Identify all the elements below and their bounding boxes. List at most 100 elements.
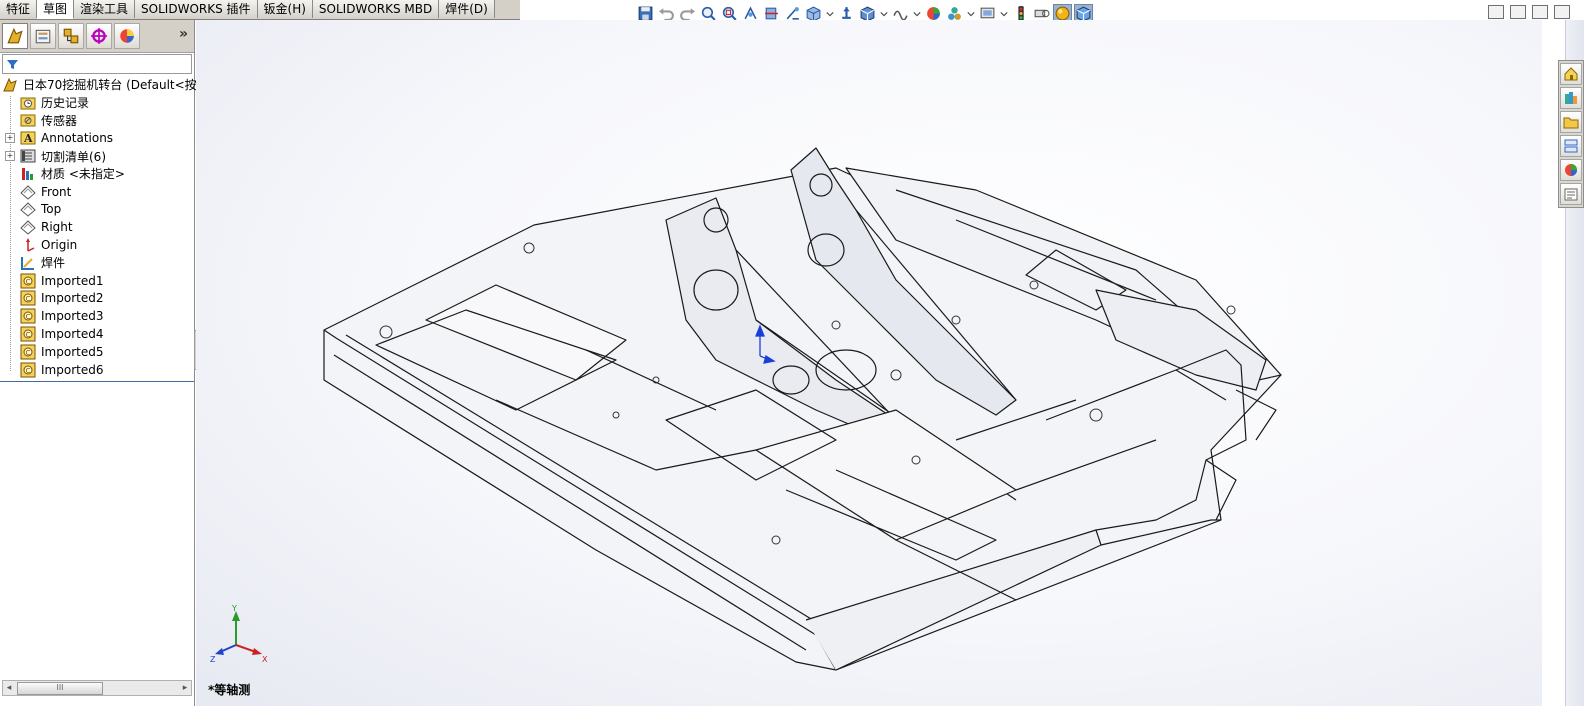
feature-manager-panel: » 日本70挖掘机转台 (Default<按历史记录传感器 + A Annotatio…	[0, 20, 197, 706]
svg-text:A: A	[23, 132, 33, 145]
scroll-right-icon[interactable]: ▸	[179, 681, 191, 695]
cut-list-icon	[20, 148, 36, 164]
tree-item-label: Imported4	[41, 327, 104, 342]
feature-tree: 日本70挖掘机转台 (Default<按历史记录传感器 + A Annotations…	[0, 76, 197, 382]
svg-text:C: C	[26, 313, 31, 321]
tree-item-label: 切割清单(6)	[41, 149, 106, 164]
tree-item[interactable]: + A Annotations	[0, 129, 194, 147]
design-library-icon[interactable]	[1560, 87, 1582, 109]
tree-item[interactable]: C Imported4	[0, 325, 194, 343]
tree-item[interactable]: C Imported3	[0, 307, 194, 325]
tab-features[interactable]: 特征	[0, 0, 38, 18]
imported-body-icon: C	[20, 362, 36, 378]
weldment-icon	[20, 255, 36, 271]
tree-item[interactable]: Top	[0, 201, 194, 219]
tree-item-label: Imported2	[41, 291, 104, 306]
tree-item-label: Imported5	[41, 344, 104, 359]
tree-item[interactable]: C Imported1	[0, 272, 194, 290]
excavator-turntable-model[interactable]	[196, 20, 1542, 706]
svg-text:C: C	[26, 278, 31, 286]
tree-item[interactable]: Front	[0, 183, 194, 201]
tree-item-label: Top	[41, 202, 62, 217]
svg-text:C: C	[26, 331, 31, 339]
sensors-folder-icon	[20, 112, 36, 128]
tab-sheet-metal[interactable]: 钣金(H)	[257, 0, 313, 18]
svg-text:C: C	[26, 367, 31, 375]
view-orientation-label: *等轴测	[208, 683, 251, 697]
tree-filter-field[interactable]	[2, 54, 192, 74]
tree-item[interactable]: 日本70挖掘机转台 (Default<按	[0, 76, 197, 94]
tree-item-label: 历史记录	[41, 96, 90, 111]
home-icon[interactable]	[1560, 63, 1582, 85]
svg-text:C: C	[26, 295, 31, 303]
tree-item[interactable]: C Imported2	[0, 290, 194, 308]
tree-item[interactable]: Origin	[0, 236, 194, 254]
expand-icon[interactable]: +	[5, 133, 15, 144]
tree-item-label: Imported1	[41, 273, 104, 288]
part-icon	[2, 77, 18, 93]
plane-icon	[20, 184, 36, 200]
tile-vertical-icon[interactable]	[1510, 5, 1526, 19]
display-manager-tab[interactable]	[114, 23, 140, 49]
tree-item[interactable]: 传感器	[0, 112, 194, 130]
tree-item[interactable]: Right	[0, 218, 194, 236]
filter-icon	[7, 59, 18, 69]
custom-properties-icon[interactable]	[1560, 183, 1582, 205]
tree-item-label: 材质 <未指定>	[41, 167, 125, 182]
property-manager-tab[interactable]	[30, 23, 56, 49]
graphics-area[interactable]: Y X Z *等轴测	[196, 20, 1542, 706]
imported-body-icon: C	[20, 344, 36, 360]
material-icon	[20, 166, 36, 182]
history-folder-icon	[20, 95, 36, 111]
file-explorer-icon[interactable]	[1560, 111, 1582, 133]
tree-item[interactable]: C Imported6	[0, 361, 194, 379]
tab-weldments[interactable]: 焊件(D)	[439, 0, 495, 18]
scroll-thumb[interactable]: III	[17, 682, 103, 695]
triad-z-label: Z	[210, 655, 216, 663]
task-pane-tabs	[1558, 60, 1584, 208]
view-palette-icon[interactable]	[1560, 135, 1582, 157]
close-icon[interactable]	[1554, 5, 1570, 19]
tab-sketch[interactable]: 草图	[37, 0, 75, 19]
expand-icon[interactable]: +	[5, 151, 15, 162]
tree-item-label: Front	[41, 184, 72, 199]
tab-solidworks-mbd[interactable]: SOLIDWORKS MBD	[312, 0, 440, 18]
window-controls	[1488, 5, 1570, 19]
tree-item[interactable]: 焊件	[0, 254, 194, 272]
imported-body-icon: C	[20, 326, 36, 342]
plane-icon	[20, 201, 36, 218]
feature-manager-tab[interactable]	[2, 23, 28, 49]
tab-render-tools[interactable]: 渲染工具	[74, 0, 136, 18]
tree-item-label: Right	[41, 220, 73, 235]
tree-item[interactable]: 历史记录	[0, 94, 194, 112]
imported-body-icon: C	[20, 273, 36, 289]
coordinate-triad: Y X Z	[210, 605, 268, 663]
tree-item[interactable]: + 切割清单(6)	[0, 147, 194, 165]
tree-item-label: Annotations	[41, 131, 114, 146]
tab-solidworks-addins[interactable]: SOLIDWORKS 插件	[135, 0, 258, 18]
appearances-icon[interactable]	[1560, 159, 1582, 181]
configuration-manager-tab[interactable]	[58, 23, 84, 49]
restore-icon[interactable]	[1532, 5, 1548, 19]
tile-horizontal-icon[interactable]	[1488, 5, 1504, 19]
tree-item-label: Imported3	[41, 309, 104, 324]
annotations-icon: A	[20, 130, 36, 146]
imported-body-icon: C	[20, 290, 36, 306]
imported-body-icon: C	[20, 308, 36, 324]
triad-x-label: X	[262, 655, 268, 663]
svg-text:C: C	[26, 349, 31, 357]
tree-item-label: 焊件	[41, 256, 66, 271]
tree-item[interactable]: 材质 <未指定>	[0, 165, 194, 183]
tree-item-label: 传感器	[41, 113, 78, 128]
panel-more-button[interactable]: »	[179, 26, 188, 42]
panel-horizontal-scrollbar[interactable]: ◂ III ▸	[2, 680, 192, 696]
tree-item[interactable]: C Imported5	[0, 343, 194, 361]
dimxpert-manager-tab[interactable]	[86, 23, 112, 49]
scroll-left-icon[interactable]: ◂	[3, 681, 15, 695]
triad-y-label: Y	[231, 605, 237, 613]
command-manager-tabs: 特征 草图 渲染工具 SOLIDWORKS 插件 钣金(H) SOLIDWORK…	[0, 0, 520, 20]
plane-icon	[20, 219, 36, 235]
panel-tab-strip: »	[0, 20, 194, 53]
tree-item-label: Imported6	[41, 362, 104, 377]
tree-item-label: Origin	[41, 238, 78, 253]
